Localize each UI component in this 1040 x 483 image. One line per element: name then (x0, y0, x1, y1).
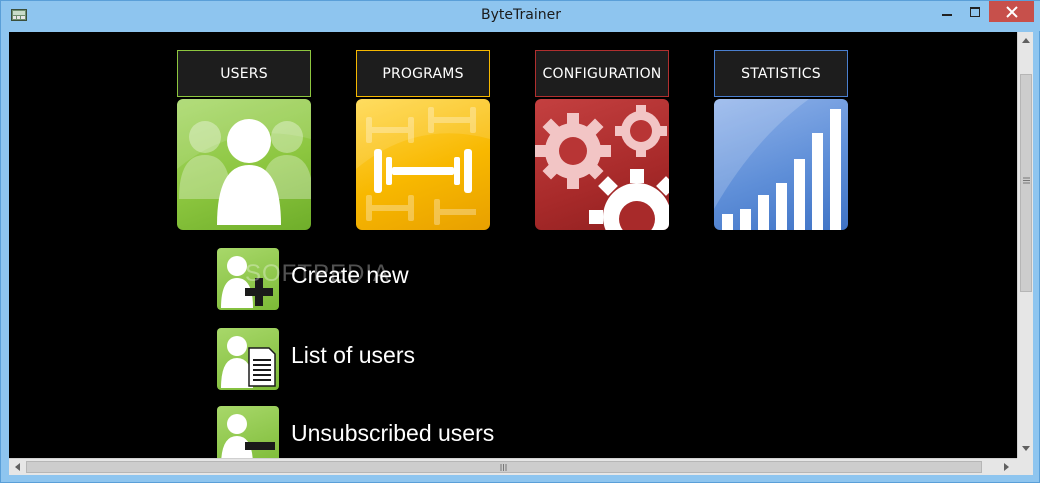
action-unsubscribed-users[interactable]: Unsubscribed users (217, 406, 817, 458)
configuration-tile[interactable] (535, 99, 669, 230)
tab-users[interactable]: USERS (177, 50, 311, 97)
watermark: SOFTPEDIA (245, 260, 391, 287)
user-list-icon (217, 328, 279, 390)
app-window: ByteTrainer USERS PROGRAMS CONFIGURATION… (0, 0, 1040, 483)
dumbbell-icon (356, 99, 490, 225)
scroll-down-icon[interactable] (1022, 446, 1030, 452)
horizontal-scrollbar[interactable] (9, 458, 1017, 475)
users-tile[interactable] (177, 99, 311, 230)
title-bar[interactable]: ByteTrainer (1, 1, 1040, 31)
action-unsubscribed-users-label: Unsubscribed users (291, 420, 495, 446)
horizontal-scroll-thumb[interactable] (26, 461, 982, 473)
close-icon (1005, 5, 1018, 18)
bar-chart-icon (714, 99, 841, 230)
tab-programs[interactable]: PROGRAMS (356, 50, 490, 97)
minimize-icon (942, 13, 952, 16)
tab-statistics-label: STATISTICS (741, 65, 821, 82)
tab-programs-label: PROGRAMS (382, 65, 464, 82)
main-content: USERS PROGRAMS CONFIGURATION STATISTICS … (9, 32, 1017, 458)
maximize-button[interactable] (961, 1, 989, 22)
minimize-button[interactable] (933, 1, 961, 22)
tab-configuration-label: CONFIGURATION (542, 65, 662, 82)
scroll-up-icon[interactable] (1022, 37, 1030, 43)
scroll-left-icon[interactable] (14, 463, 20, 471)
grip-icon (1023, 177, 1030, 184)
close-button[interactable] (989, 1, 1034, 22)
vertical-scrollbar[interactable] (1017, 32, 1033, 458)
remove-user-icon (217, 406, 279, 458)
window-title: ByteTrainer (481, 7, 561, 23)
statistics-tile[interactable] (714, 99, 848, 230)
tab-statistics[interactable]: STATISTICS (714, 50, 848, 97)
tab-users-label: USERS (220, 65, 268, 82)
programs-tile[interactable] (356, 99, 490, 230)
scroll-right-icon[interactable] (1004, 463, 1010, 471)
gears-icon (535, 105, 669, 230)
tab-configuration[interactable]: CONFIGURATION (535, 50, 669, 97)
action-list-of-users-label: List of users (291, 342, 415, 368)
maximize-icon (970, 6, 980, 17)
grip-icon (500, 464, 507, 471)
action-list-of-users[interactable]: List of users (217, 328, 817, 390)
users-group-icon (177, 99, 311, 225)
scrollbar-corner (1017, 458, 1033, 475)
vertical-scroll-thumb[interactable] (1020, 74, 1032, 292)
